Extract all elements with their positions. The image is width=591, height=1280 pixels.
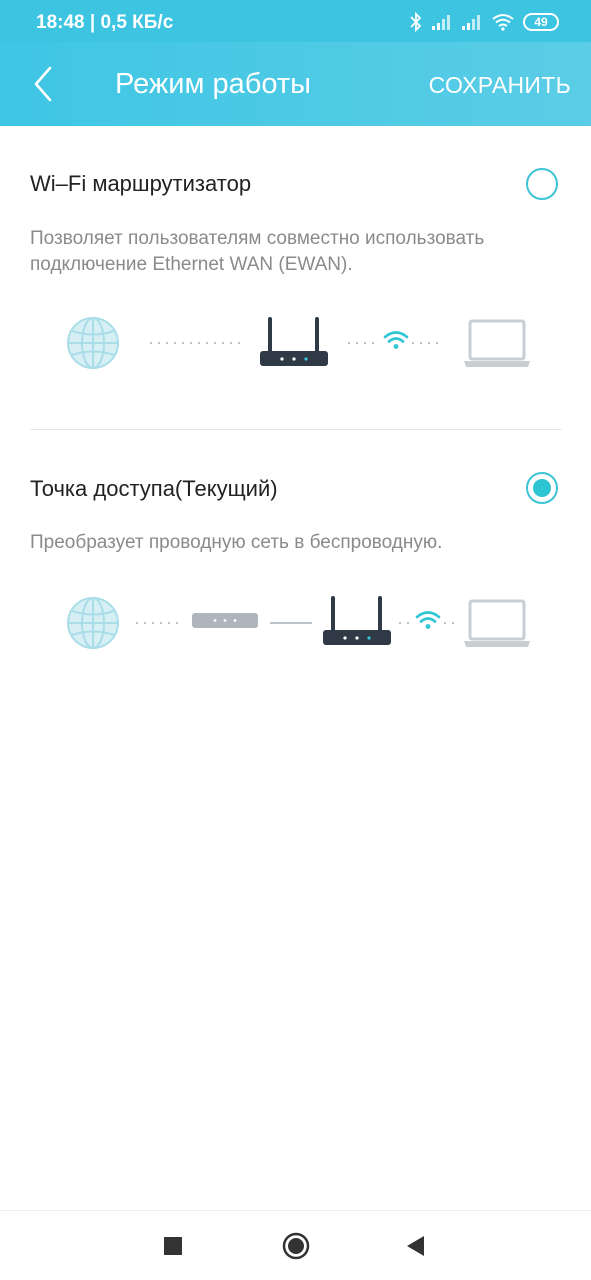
- square-recents-icon[interactable]: [163, 1236, 183, 1256]
- globe-icon: [67, 317, 119, 369]
- chevron-left-icon: [34, 66, 52, 102]
- diagram-wifi-router: [0, 311, 591, 391]
- laptop-icon: [464, 599, 530, 647]
- modem-icon: [192, 613, 258, 628]
- wifi-icon: [415, 611, 441, 629]
- dotted-connector: [150, 342, 240, 344]
- app-bar: Режим работы СОХРАНИТЬ: [0, 42, 591, 126]
- cable-connector: [270, 622, 312, 624]
- battery-icon: 49: [523, 13, 559, 31]
- diagram-access-point: [0, 592, 591, 672]
- mode-description: Преобразует проводную сеть в беспроводну…: [30, 532, 443, 553]
- mode-option-access-point[interactable]: Точка доступа(Текущий) Преобразует прово…: [0, 430, 591, 690]
- status-icons: 49: [409, 12, 559, 32]
- save-button[interactable]: СОХРАНИТЬ: [429, 72, 571, 99]
- dotted-connector: [348, 342, 380, 344]
- mode-description: Позволяет пользователям совместно исполь…: [30, 228, 485, 275]
- circle-home-icon[interactable]: [281, 1231, 311, 1261]
- globe-icon: [67, 597, 119, 649]
- page-title: Режим работы: [115, 68, 311, 100]
- radio-access-point[interactable]: [526, 472, 558, 504]
- wifi-icon: [383, 331, 409, 349]
- mode-title: Точка доступа(Текущий): [30, 476, 278, 501]
- dotted-connector: [399, 622, 413, 624]
- dotted-connector: [136, 622, 180, 624]
- triangle-back-icon[interactable]: [404, 1234, 428, 1258]
- laptop-icon: [464, 319, 530, 367]
- back-button[interactable]: [26, 64, 62, 104]
- bluetooth-icon: [410, 12, 422, 32]
- signal-icon-2: [462, 15, 480, 30]
- mode-title: Wi‒Fi маршрутизатор: [30, 171, 252, 196]
- dotted-connector: [412, 342, 444, 344]
- signal-icon: [432, 15, 450, 30]
- system-nav-bar: [0, 1210, 591, 1280]
- wifi-status-icon: [492, 14, 514, 31]
- dotted-connector: [444, 622, 458, 624]
- router-icon: [260, 317, 328, 366]
- mode-option-wifi-router[interactable]: Wi‒Fi маршрутизатор Позволяет пользовате…: [0, 126, 591, 429]
- status-time: 18:48 | 0,5 КБ/с: [36, 12, 174, 33]
- radio-wifi-router[interactable]: [526, 168, 558, 200]
- status-bar: 18:48 | 0,5 КБ/с 49: [0, 0, 591, 42]
- router-icon: [323, 596, 391, 645]
